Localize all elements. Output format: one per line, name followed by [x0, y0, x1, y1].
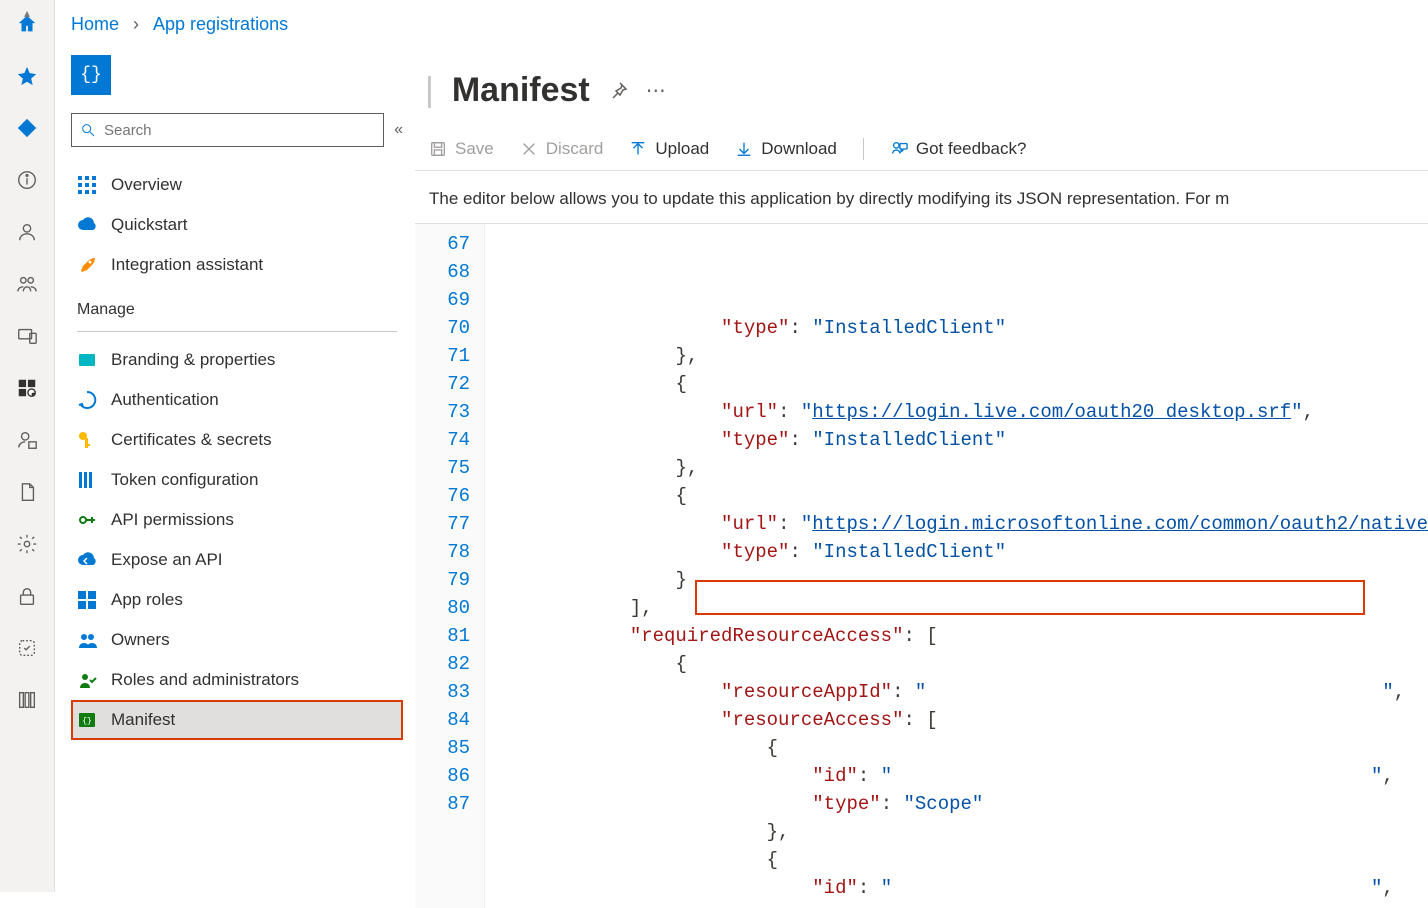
nav-label: Expose an API: [111, 550, 223, 570]
feedback-icon: [890, 140, 908, 158]
nav-overview[interactable]: Overview: [71, 165, 403, 205]
page-title: Manifest: [452, 71, 590, 110]
collapse-sidebar-icon[interactable]: «: [394, 121, 403, 139]
rail-settings-icon[interactable]: [15, 532, 39, 556]
command-bar: Save Discard Upload Download: [415, 132, 1428, 171]
nav-label: Quickstart: [111, 215, 188, 235]
page-title-row: | Manifest ⋯: [415, 43, 1428, 132]
roles-icon: [77, 670, 97, 690]
section-manage: Manage: [71, 285, 403, 325]
feedback-label: Got feedback?: [916, 139, 1027, 159]
save-icon: [429, 140, 447, 158]
app-tile-icon: {}: [71, 55, 111, 95]
save-label: Save: [455, 139, 494, 159]
nav-label: API permissions: [111, 510, 234, 530]
rail-health-icon[interactable]: [15, 636, 39, 660]
nav-quickstart[interactable]: Quickstart: [71, 205, 403, 245]
chevron-right-icon: ›: [133, 14, 139, 35]
nav-owners[interactable]: Owners: [71, 620, 403, 660]
breadcrumb-current[interactable]: App registrations: [153, 14, 288, 35]
overview-icon: [77, 175, 97, 195]
nav-label: Roles and administrators: [111, 670, 299, 690]
rail-library-icon[interactable]: [15, 688, 39, 712]
section-rule: [77, 331, 397, 332]
discard-label: Discard: [546, 139, 604, 159]
svg-text:{}: {}: [82, 717, 92, 726]
rail-security-icon[interactable]: [15, 428, 39, 452]
nav-roles-admins[interactable]: Roles and administrators: [71, 660, 403, 700]
more-icon[interactable]: ⋯: [646, 78, 666, 103]
search-box[interactable]: [71, 113, 384, 147]
nav-label: Owners: [111, 630, 170, 650]
rocket-icon: [77, 255, 97, 275]
cloud-icon: [77, 215, 97, 235]
rail-document-icon[interactable]: [15, 480, 39, 504]
breadcrumb: Home › App registrations: [55, 0, 1428, 43]
editor-pane: | Manifest ⋯ Save Discard: [415, 43, 1428, 908]
download-icon: [735, 140, 753, 158]
upload-icon: [629, 140, 647, 158]
search-icon: [80, 122, 96, 138]
rail-devices-icon[interactable]: [15, 324, 39, 348]
scroll-up-icon[interactable]: ▴: [24, 6, 30, 20]
manifest-icon: {}: [77, 710, 97, 730]
rail-info-icon[interactable]: [15, 168, 39, 192]
key-icon: [77, 430, 97, 450]
nav-certificates[interactable]: Certificates & secrets: [71, 420, 403, 460]
nav-api-permissions[interactable]: API permissions: [71, 500, 403, 540]
json-editor[interactable]: 6768697071727374757677787980818283848586…: [415, 223, 1428, 908]
token-icon: [77, 470, 97, 490]
branding-icon: [77, 350, 97, 370]
code-body[interactable]: "type": "InstalledClient" }, { "url": "h…: [485, 224, 1428, 908]
upload-label: Upload: [655, 139, 709, 159]
nav-label: Integration assistant: [111, 255, 263, 275]
nav-label: Authentication: [111, 390, 219, 410]
discard-icon: [520, 140, 538, 158]
api-perm-icon: [77, 510, 97, 530]
rail-users-icon[interactable]: [15, 272, 39, 296]
breadcrumb-home[interactable]: Home: [71, 14, 119, 35]
nav-branding[interactable]: Branding & properties: [71, 340, 403, 380]
owners-icon: [77, 630, 97, 650]
nav-label: Certificates & secrets: [111, 430, 272, 450]
nav-label: Token configuration: [111, 470, 258, 490]
auth-icon: [77, 390, 97, 410]
rail-favorites-icon[interactable]: [15, 64, 39, 88]
pin-icon[interactable]: [608, 81, 628, 101]
feedback-button[interactable]: Got feedback?: [890, 139, 1027, 159]
nav-manifest[interactable]: {} Manifest: [71, 700, 403, 740]
toolbar-separator: [863, 138, 864, 160]
nav-expose-api[interactable]: Expose an API: [71, 540, 403, 580]
discard-button: Discard: [520, 139, 604, 159]
search-input[interactable]: [104, 122, 375, 139]
title-divider: |: [425, 71, 434, 110]
upload-button[interactable]: Upload: [629, 139, 709, 159]
nav-integration-assistant[interactable]: Integration assistant: [71, 245, 403, 285]
download-button[interactable]: Download: [735, 139, 837, 159]
nav-label: App roles: [111, 590, 183, 610]
nav-label: Branding & properties: [111, 350, 275, 370]
save-button: Save: [429, 139, 494, 159]
editor-description: The editor below allows you to update th…: [415, 171, 1428, 223]
blade-sidebar: {} « Overview Quickstart: [55, 43, 415, 908]
rail-apps-icon[interactable]: [15, 376, 39, 400]
rail-user-icon[interactable]: [15, 220, 39, 244]
nav-label: Manifest: [111, 710, 175, 730]
expose-api-icon: [77, 550, 97, 570]
download-label: Download: [761, 139, 837, 159]
nav-token-config[interactable]: Token configuration: [71, 460, 403, 500]
rail-diamond-icon[interactable]: [15, 116, 39, 140]
app-roles-icon: [77, 590, 97, 610]
nav-authentication[interactable]: Authentication: [71, 380, 403, 420]
nav-app-roles[interactable]: App roles: [71, 580, 403, 620]
left-rail: ▴: [0, 0, 55, 892]
rail-lock-icon[interactable]: [15, 584, 39, 608]
line-gutter: 6768697071727374757677787980818283848586…: [415, 224, 485, 908]
nav-label: Overview: [111, 175, 182, 195]
